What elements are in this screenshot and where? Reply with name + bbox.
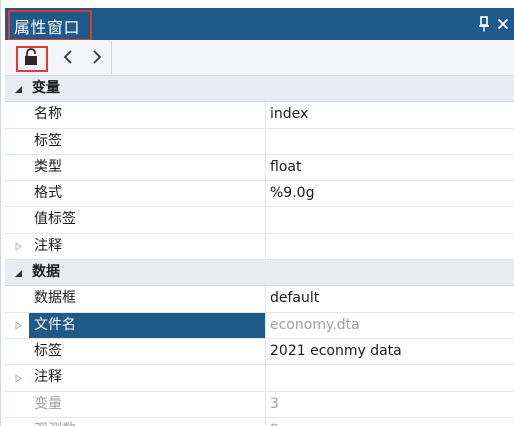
property-value[interactable]: %9.0g xyxy=(266,181,514,206)
property-value[interactable]: default xyxy=(266,286,514,311)
collapse-triangle-icon[interactable] xyxy=(13,268,23,278)
property-row-notes[interactable]: 注释 xyxy=(5,233,514,261)
row-gutter xyxy=(5,286,29,312)
back-button[interactable] xyxy=(55,46,81,72)
property-name: 观测数 xyxy=(29,417,266,426)
property-name: 格式 xyxy=(29,181,266,207)
property-value[interactable]: float xyxy=(266,155,514,180)
section-label: 变量 xyxy=(32,80,60,96)
property-name: 注释 xyxy=(29,365,266,391)
row-gutter xyxy=(5,391,29,417)
row-gutter xyxy=(5,338,29,365)
property-name: 值标签 xyxy=(29,207,266,233)
property-grid: 变量 名称 index 标签 类型 float 格式 %9.0g 值标签 注释 … xyxy=(5,76,514,426)
property-value[interactable] xyxy=(266,234,514,259)
panel-titlebar[interactable]: 属性窗口 xyxy=(5,8,514,40)
property-name: 类型 xyxy=(29,154,266,181)
row-gutter xyxy=(5,312,29,338)
property-row-label[interactable]: 标签 xyxy=(5,128,514,155)
property-name: 标签 xyxy=(29,338,266,365)
property-row-frame[interactable]: 数据框 default xyxy=(5,286,514,313)
panel-top-strip xyxy=(1,0,514,6)
property-value[interactable]: index xyxy=(266,102,514,127)
row-gutter xyxy=(5,365,29,391)
lock-icon xyxy=(23,48,39,70)
row-gutter xyxy=(5,76,29,102)
property-value: 9 xyxy=(266,418,514,426)
close-icon[interactable] xyxy=(494,16,512,34)
property-value[interactable]: 2021 econmy data xyxy=(266,339,514,364)
lock-button[interactable] xyxy=(18,46,44,72)
property-name: 数据框 xyxy=(29,286,266,312)
property-name: 注释 xyxy=(29,233,266,260)
row-gutter xyxy=(5,207,29,233)
property-name: 文件名 xyxy=(29,312,266,338)
toolbar-separator xyxy=(111,41,112,74)
property-row-format[interactable]: 格式 %9.0g xyxy=(5,181,514,208)
property-name: 标签 xyxy=(29,128,266,154)
property-value[interactable] xyxy=(266,365,514,390)
row-gutter xyxy=(5,417,29,426)
property-name: 名称 xyxy=(29,102,266,128)
expand-triangle-icon[interactable] xyxy=(13,321,23,331)
section-header-variable[interactable]: 变量 xyxy=(5,76,514,103)
properties-panel: 属性窗口 变量 名称 index 标签 类型 float 格式 %9.0g 值标… xyxy=(0,0,514,426)
row-gutter xyxy=(5,233,29,260)
section-header-data[interactable]: 数据 xyxy=(5,260,514,287)
property-row-data-label[interactable]: 标签 2021 econmy data xyxy=(5,338,514,366)
chevron-left-icon xyxy=(62,49,74,69)
row-gutter xyxy=(5,154,29,181)
property-row-variables[interactable]: 变量 3 xyxy=(5,391,514,418)
property-row-value-label[interactable]: 值标签 xyxy=(5,207,514,234)
property-value: 3 xyxy=(270,395,279,412)
property-row-filename[interactable]: 文件名 economy.dta xyxy=(5,312,514,339)
pin-icon[interactable] xyxy=(475,16,493,34)
property-row-data-notes[interactable]: 注释 xyxy=(5,365,514,392)
panel-title: 属性窗口 xyxy=(14,18,81,37)
property-value[interactable] xyxy=(266,129,514,154)
property-value[interactable]: economy.dta xyxy=(266,313,514,338)
property-row-observations[interactable]: 观测数 9 xyxy=(5,417,514,426)
panel-toolbar xyxy=(5,40,514,76)
property-name: 变量 xyxy=(29,391,266,417)
property-row-type[interactable]: 类型 float xyxy=(5,154,514,182)
row-gutter xyxy=(5,181,29,207)
expand-triangle-icon[interactable] xyxy=(13,373,23,383)
forward-button[interactable] xyxy=(84,46,110,72)
row-gutter xyxy=(5,102,29,128)
row-gutter xyxy=(5,128,29,154)
expand-triangle-icon[interactable] xyxy=(13,242,23,252)
property-value[interactable] xyxy=(266,207,514,232)
section-label: 数据 xyxy=(32,264,60,281)
collapse-triangle-icon[interactable] xyxy=(13,84,23,94)
property-row-name[interactable]: 名称 index xyxy=(5,102,514,129)
chevron-right-icon xyxy=(91,49,103,69)
row-gutter xyxy=(5,260,29,286)
